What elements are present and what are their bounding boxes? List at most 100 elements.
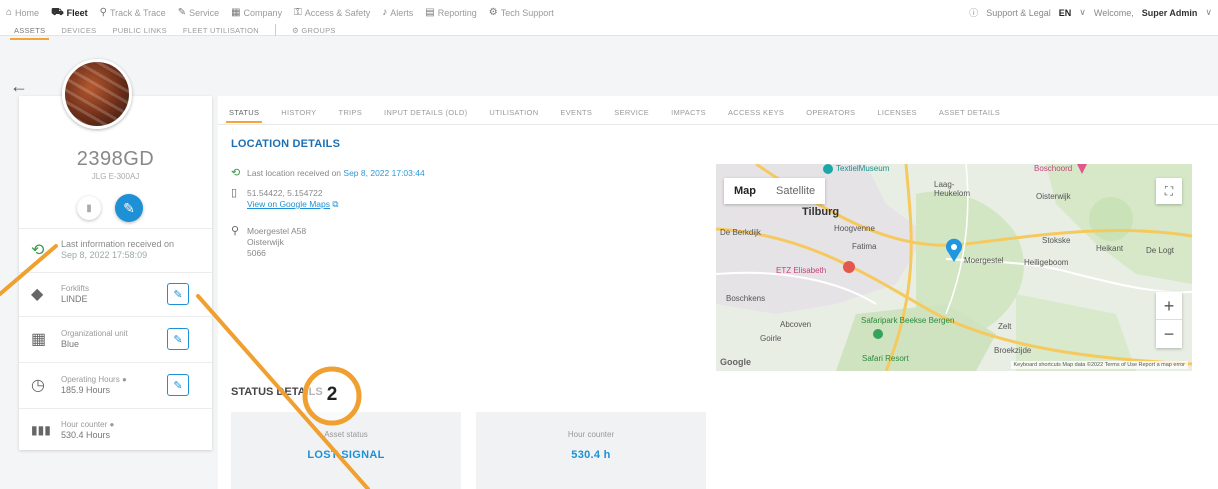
subnav-assets[interactable]: ASSETS [9,26,50,40]
map-label-oisterwijk: Oisterwijk [1036,192,1071,201]
tag-icon: ◆ [31,285,44,303]
org-unit-value: Blue [61,338,80,349]
key-icon: ⚿ [294,7,302,18]
hour-counter-text: Hour counter ● 530.4 Hours [61,419,114,441]
annotation-step-number: 2 [326,384,338,405]
pencil-icon: ✎ [173,379,183,392]
map-label-boschkens: Boschkens [726,294,766,303]
map-label-etz-elisabeth: ETZ Elisabeth [776,266,827,275]
pencil-icon: ✎ [173,288,183,301]
google-maps-link[interactable]: View on Google Maps [247,199,330,209]
location-pin-icon: ⚲ [231,225,240,237]
fullscreen-button[interactable]: ⛶ [1156,178,1182,204]
nav-item-alerts[interactable]: ♪ Alerts [382,8,413,19]
gear-icon: ⚙ [291,25,300,35]
language-select[interactable]: EN [1059,8,1072,18]
map-attribution[interactable]: Keyboard shortcuts Map data ©2022 Terms … [1010,361,1188,369]
nav-item-track-trace[interactable]: ⚲ Track & Trace [100,8,166,19]
nav-label: Fleet [66,8,88,18]
user-menu[interactable]: Super Admin [1142,8,1198,18]
map-label-tilburg: Tilburg [802,206,840,218]
address-line-3: 5066 [247,248,266,258]
map-type-satellite[interactable]: Satellite [766,178,825,204]
map-label-fatima: Fatima [852,242,877,251]
tab-trips[interactable]: TRIPS [338,108,362,117]
subnav-devices[interactable]: DEVICES [61,26,96,35]
subnav-fleet-utilisation[interactable]: FLEET UTILISATION [183,26,259,35]
coordinates-text: 51.54422, 5.154722 View on Google Maps ⧉ [247,188,338,210]
edit-org-unit-button[interactable]: ✎ [167,328,189,350]
hour-counter-card: Hour counter 530.4 h [476,412,706,489]
nav-item-reporting[interactable]: ▤ Reporting [425,8,477,19]
info-icon: ● [109,419,115,429]
zoom-in-button[interactable]: + [1156,292,1182,320]
map-label-laag-heukelom: Laag-Heukelom [934,180,971,198]
map-label-broekzijde: Broekzijde [994,346,1032,355]
forklift-row: ◆ Forklifts LINDE ✎ [19,272,212,314]
chevron-down-icon[interactable]: ∨ [1079,7,1086,18]
tab-utilisation[interactable]: UTILISATION [489,108,538,117]
nav-item-company[interactable]: ▦ Company [231,8,282,19]
google-logo: Google [720,357,751,367]
map-type-map[interactable]: Map [724,178,766,204]
tab-impacts[interactable]: IMPACTS [671,108,706,117]
nav-label: Reporting [437,8,477,18]
history-icon: ⟲ [231,167,241,179]
map-label-de-logt: De Logt [1146,246,1175,255]
nav-item-home[interactable]: ⌂ Home [6,7,40,19]
asset-status-label: Asset status [324,430,368,439]
delete-button[interactable]: ▮ [77,196,101,220]
asset-avatar [62,59,132,129]
subnav-groups[interactable]: ⚙ GROUPS [292,26,336,35]
map-label-textile: TextielMuseum [836,164,890,173]
location-map[interactable]: TextielMuseum Tilburg Laag-Heukelom Oist… [716,164,1192,371]
zoom-controls: + − [1156,292,1182,348]
home-icon: ⌂ [6,7,13,18]
hour-counter-card-label: Hour counter [567,430,615,439]
org-unit-row: ▦ Organizational unit Blue ✎ [19,316,212,360]
back-arrow-icon[interactable]: ← [10,76,28,97]
tab-access-keys[interactable]: ACCESS KEYS [728,108,784,117]
last-location-row: ⟲ Last location received on Sep 8, 2022 1… [231,168,425,179]
tab-status[interactable]: STATUS [225,108,263,123]
zoom-out-button[interactable]: − [1156,320,1182,348]
forklift-label: Forklifts [61,283,89,293]
edit-forklift-button[interactable]: ✎ [167,283,189,305]
tab-history[interactable]: HISTORY [281,108,316,117]
nav-label: Home [15,8,40,18]
map-icon: ▯ [231,187,238,199]
support-legal-link[interactable]: Support & Legal [986,8,1051,18]
address-text: Moergestel A58 Oisterwijk 5066 [247,226,306,259]
tab-licenses[interactable]: LICENSES [877,108,917,117]
edit-operating-hours-button[interactable]: ✎ [167,374,189,396]
tab-input-details[interactable]: INPUT DETAILS (OLD) [384,108,467,117]
tab-operators[interactable]: OPERATORS [806,108,855,117]
nav-item-tech-support[interactable]: ⚙ Tech Support [489,8,554,19]
tab-service[interactable]: SERVICE [614,108,649,117]
hour-counter-value: 530.4 Hours [61,429,111,440]
subnav-public-links[interactable]: PUBLIC LINKS [112,26,166,35]
map-label-safaripark: Safaripark Beekse Bergen [861,316,955,325]
operating-hours-label: Operating Hours ● [61,374,127,385]
last-location-date: Sep 8, 2022 17:03:44 [343,168,425,178]
edit-asset-button[interactable]: ✎ [115,194,143,222]
tab-asset-details[interactable]: ASSET DETAILS [939,108,1000,117]
map-type-toggle: Map Satellite [724,178,826,204]
nav-label: Access & Safety [304,8,371,18]
nav-item-service[interactable]: ✎ Service [178,8,219,19]
last-info-date: Sep 8, 2022 17:58:09 [61,249,148,260]
tab-events[interactable]: EVENTS [560,108,592,117]
operating-hours-row: ◷ Operating Hours ● 185.9 Hours ✎ [19,362,212,406]
user-nav: ⓘ Support & Legal EN ∨ Welcome, Super Ad… [969,6,1212,19]
pencil-icon: ✎ [123,199,135,216]
hour-counter-label: Hour counter ● [61,419,114,430]
location-details-title: LOCATION DETAILS [231,138,341,150]
hour-counter-row: ▮▮▮ Hour counter ● 530.4 Hours [19,408,212,450]
nav-item-fleet[interactable]: ⛟ Fleet [51,8,88,19]
nav-item-access-safety[interactable]: ⚿ Access & Safety [294,7,371,19]
map-label-zelt: Zelt [998,322,1012,331]
chevron-down-icon[interactable]: ∨ [1205,7,1212,18]
clock-icon: ◷ [31,376,45,394]
asset-status-value: LOST SIGNAL [307,449,385,461]
asset-subtitle: JLG E-300AJ [91,172,140,181]
